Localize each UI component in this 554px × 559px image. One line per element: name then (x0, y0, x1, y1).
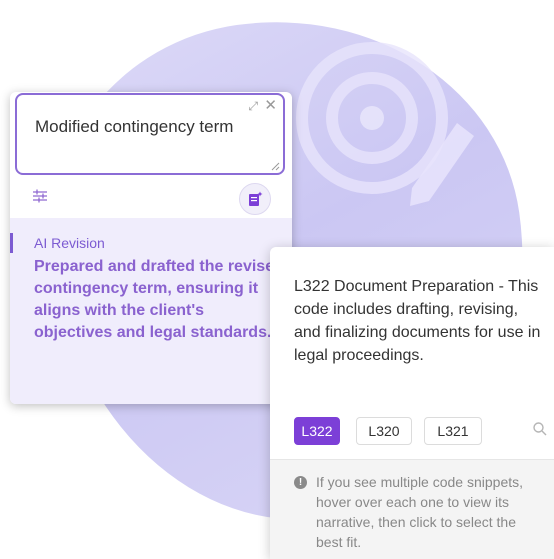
resize-grip-icon[interactable] (270, 161, 280, 171)
search-icon[interactable] (532, 421, 548, 437)
revision-card: Modified contingency term ⤢ ✕ AI Revisio… (10, 92, 292, 404)
prompt-input-value: Modified contingency term (35, 117, 234, 136)
code-chip-l320[interactable]: L320 (356, 417, 412, 445)
info-icon: ! (294, 476, 307, 489)
ai-revision-panel: AI Revision Prepared and drafted the rev… (10, 218, 292, 404)
background-emblem-icon (296, 42, 474, 206)
help-panel: ! If you see multiple code snippets, hov… (270, 459, 554, 559)
code-chip-l322[interactable]: L322 (294, 417, 340, 445)
code-chip-l321[interactable]: L321 (424, 417, 482, 445)
ai-document-icon (249, 191, 263, 206)
code-description: L322 Document Preparation - This code in… (294, 278, 541, 364)
prompt-input[interactable]: Modified contingency term ⤢ ✕ (15, 93, 285, 175)
prompt-toolbar (10, 178, 292, 215)
sliders-icon[interactable] (32, 188, 48, 204)
revision-text[interactable]: Prepared and drafted the revised conting… (34, 256, 284, 344)
help-text: If you see multiple code snippets, hover… (316, 474, 524, 550)
revision-label: AI Revision (34, 235, 105, 251)
ai-generate-button[interactable] (239, 183, 271, 215)
expand-icon[interactable]: ⤢ (248, 99, 258, 114)
close-icon[interactable]: ✕ (264, 96, 277, 114)
revision-accent-bar (10, 233, 13, 253)
code-card: L322 Document Preparation - This code in… (270, 247, 554, 559)
